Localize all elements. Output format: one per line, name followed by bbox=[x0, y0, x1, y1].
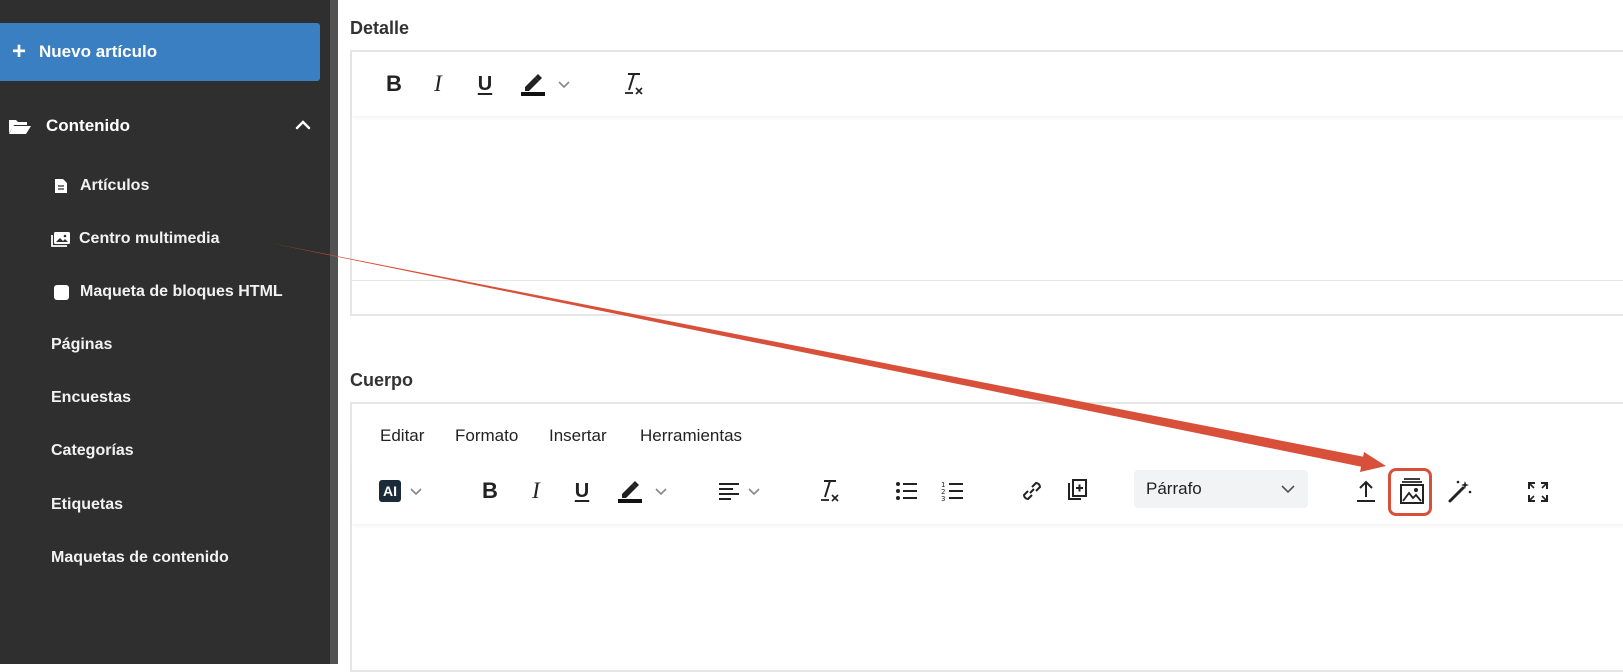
detail-editor: B I U bbox=[350, 50, 1623, 316]
detail-toolbar: B I U bbox=[352, 52, 1623, 116]
sidebar-item-articles[interactable]: Artículos bbox=[0, 168, 330, 204]
ai-button[interactable]: AI bbox=[376, 479, 404, 503]
menu-tools[interactable]: Herramientas bbox=[640, 426, 742, 446]
document-icon bbox=[55, 179, 67, 193]
chevron-down-icon bbox=[410, 488, 422, 496]
annotation-highlight-ring bbox=[1388, 468, 1432, 516]
sidebar-item-surveys[interactable]: Encuestas bbox=[0, 380, 330, 416]
chevron-down-icon bbox=[1281, 485, 1295, 494]
bullet-list-icon bbox=[896, 482, 917, 500]
body-italic-button[interactable]: I bbox=[526, 476, 546, 506]
magic-wand-button[interactable] bbox=[1446, 476, 1474, 506]
magic-wand-icon bbox=[1448, 480, 1472, 503]
chevron-up-icon[interactable] bbox=[294, 116, 312, 134]
detail-underline-button[interactable]: U bbox=[474, 70, 496, 98]
copy-add-icon bbox=[1068, 479, 1087, 500]
numbered-list-button[interactable]: 1 2 3 bbox=[940, 478, 966, 504]
sidebar-item-html-block-template[interactable]: Maqueta de bloques HTML bbox=[0, 274, 330, 310]
sidebar-scrollbar[interactable] bbox=[330, 0, 338, 664]
detail-status-divider bbox=[352, 280, 1623, 281]
align-button[interactable] bbox=[716, 479, 742, 503]
detail-bold-button[interactable]: B bbox=[382, 70, 406, 98]
menu-insert[interactable]: Insertar bbox=[549, 426, 607, 446]
detail-clear-format-button[interactable] bbox=[620, 70, 646, 98]
fullscreen-button[interactable] bbox=[1524, 478, 1552, 506]
clear-format-icon bbox=[625, 73, 643, 95]
detail-highlight-button[interactable] bbox=[518, 70, 548, 98]
sidebar-item-label: Maquetas de contenido bbox=[51, 549, 229, 566]
plus-icon: + bbox=[12, 38, 27, 65]
sidebar-item-content-templates[interactable]: Maquetas de contenido bbox=[0, 540, 330, 576]
menu-format[interactable]: Formato bbox=[455, 426, 518, 446]
chevron-down-icon bbox=[558, 81, 570, 89]
block-format-select[interactable]: Párrafo bbox=[1134, 470, 1308, 508]
highlighter-icon bbox=[521, 74, 545, 96]
align-dropdown[interactable] bbox=[746, 483, 762, 499]
link-icon bbox=[1022, 481, 1042, 501]
svg-text:3: 3 bbox=[941, 495, 945, 502]
sidebar-item-label: Maqueta de bloques HTML bbox=[80, 283, 283, 300]
fullscreen-icon bbox=[1528, 482, 1548, 502]
body-clear-format-button[interactable] bbox=[816, 477, 842, 505]
menu-edit[interactable]: Editar bbox=[380, 426, 424, 446]
block-format-value: Párrafo bbox=[1146, 479, 1202, 498]
numbered-list-icon: 1 2 3 bbox=[941, 481, 963, 502]
sidebar-item-tags[interactable]: Etiquetas bbox=[0, 487, 330, 523]
chevron-down-icon bbox=[655, 488, 667, 496]
detail-highlight-dropdown[interactable] bbox=[556, 76, 572, 92]
underline-glyph: U bbox=[477, 72, 493, 95]
chevron-down-icon bbox=[748, 488, 760, 496]
block-icon bbox=[54, 284, 69, 300]
sidebar-item-label: Etiquetas bbox=[51, 496, 124, 513]
body-label: Cuerpo bbox=[350, 370, 413, 390]
upload-button[interactable] bbox=[1352, 477, 1380, 505]
new-article-button[interactable]: + Nuevo artículo bbox=[0, 23, 320, 81]
sidebar-item-label: Artículos bbox=[80, 177, 150, 194]
body-highlight-dropdown[interactable] bbox=[653, 483, 669, 499]
sidebar-item-label: Páginas bbox=[51, 336, 113, 353]
highlighter-icon bbox=[618, 481, 642, 503]
ai-dropdown[interactable] bbox=[408, 483, 424, 499]
align-left-icon bbox=[719, 483, 739, 500]
link-button[interactable] bbox=[1018, 477, 1046, 505]
folder-open-icon bbox=[9, 120, 31, 134]
sidebar-item-label: Centro multimedia bbox=[79, 230, 220, 247]
bullet-list-button[interactable] bbox=[894, 478, 920, 504]
new-article-label: Nuevo artículo bbox=[39, 42, 158, 61]
underline-glyph: U bbox=[574, 479, 590, 502]
sidebar-item-pages[interactable]: Páginas bbox=[0, 327, 330, 363]
upload-icon bbox=[1357, 480, 1375, 502]
body-underline-button[interactable]: U bbox=[571, 477, 593, 505]
body-editor: Editar Formato Insertar Herramientas AI … bbox=[350, 402, 1623, 672]
sidebar-item-label: Encuestas bbox=[51, 389, 132, 406]
body-bold-button[interactable]: B bbox=[478, 477, 502, 505]
ai-badge: AI bbox=[379, 480, 401, 502]
sidebar-section-label: Contenido bbox=[46, 116, 131, 135]
sidebar-item-label: Categorías bbox=[51, 442, 134, 459]
sidebar-item-media-center[interactable]: Centro multimedia bbox=[0, 221, 330, 257]
body-highlight-button[interactable] bbox=[615, 477, 645, 505]
insert-template-button[interactable] bbox=[1064, 477, 1092, 505]
detail-italic-button[interactable]: I bbox=[428, 69, 448, 99]
images-icon bbox=[51, 232, 70, 247]
detail-label: Detalle bbox=[350, 18, 410, 38]
sidebar-item-categories[interactable]: Categorías bbox=[0, 433, 330, 469]
clear-format-icon bbox=[821, 480, 839, 502]
sidebar: + Nuevo artículo Contenido Artículos Cen… bbox=[0, 0, 330, 664]
sidebar-section-content[interactable]: Contenido bbox=[0, 104, 330, 148]
body-toolbar: AI B I U 1 2 3 bbox=[352, 462, 1623, 524]
